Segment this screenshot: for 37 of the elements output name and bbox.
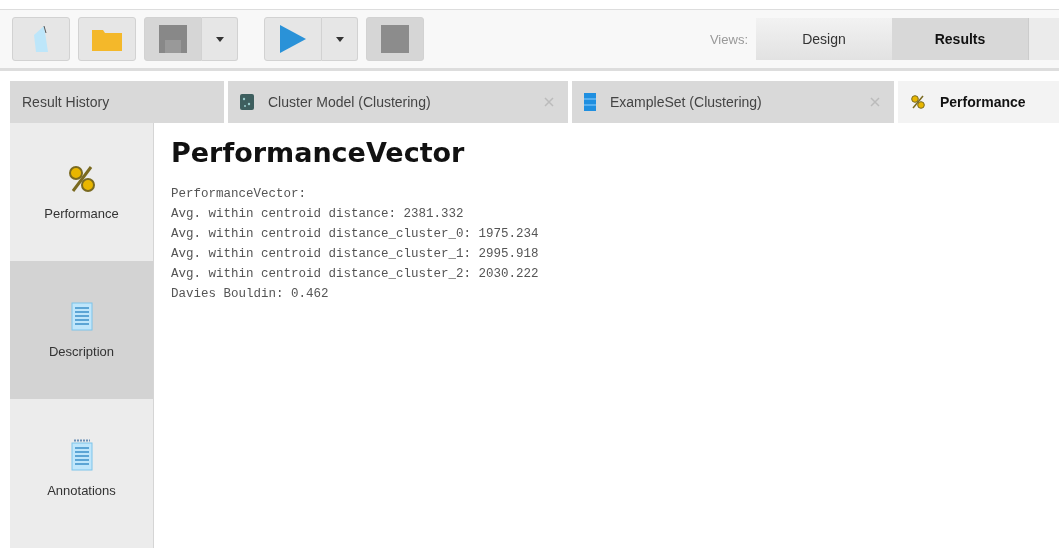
table-icon (584, 93, 596, 111)
result-line: Davies Bouldin: 0.462 (171, 286, 330, 303)
percent-icon (910, 94, 926, 110)
result-tab[interactable]: Cluster Model (Clustering) (228, 81, 568, 123)
result-tab[interactable]: Performance (898, 81, 1059, 123)
open-button[interactable] (78, 17, 136, 61)
document-icon (32, 25, 50, 53)
stop-button[interactable] (366, 17, 424, 61)
close-icon[interactable] (870, 97, 880, 107)
folder-icon (92, 27, 122, 51)
run-dropdown-button[interactable] (322, 17, 358, 61)
stop-icon (381, 25, 409, 53)
result-tab[interactable]: ExampleSet (Clustering) (572, 81, 894, 123)
sidebar-item[interactable]: Description (10, 261, 153, 399)
notepad-icon (70, 438, 93, 471)
run-button[interactable] (264, 17, 322, 61)
result-line: Avg. within centroid distance_cluster_1: 2995.918 (171, 246, 539, 263)
view-button[interactable]: Results (892, 18, 1028, 60)
result-tab[interactable]: Result History (10, 81, 224, 123)
percent-icon (66, 163, 97, 194)
content-title: PerformanceVector (171, 137, 466, 168)
caret-icon (215, 36, 224, 42)
result-line: Avg. within centroid distance: 2381.332 (171, 206, 465, 223)
save-button[interactable] (144, 17, 202, 61)
close-icon[interactable] (544, 97, 554, 107)
result-line: PerformanceVector: (171, 186, 308, 203)
result-line: Avg. within centroid distance_cluster_2: 2030.222 (171, 266, 539, 283)
views-label: Views: (709, 31, 748, 47)
document-icon (70, 301, 93, 332)
cluster-model-icon (240, 94, 254, 110)
result-line: Avg. within centroid distance_cluster_0: 1975.234 (171, 226, 539, 243)
caret-icon (335, 36, 344, 42)
play-icon (280, 25, 306, 53)
view-button[interactable]: Design (756, 18, 892, 60)
new-process-button[interactable] (12, 17, 70, 61)
view-button[interactable] (1028, 18, 1059, 60)
save-dropdown-button[interactable] (202, 17, 238, 61)
